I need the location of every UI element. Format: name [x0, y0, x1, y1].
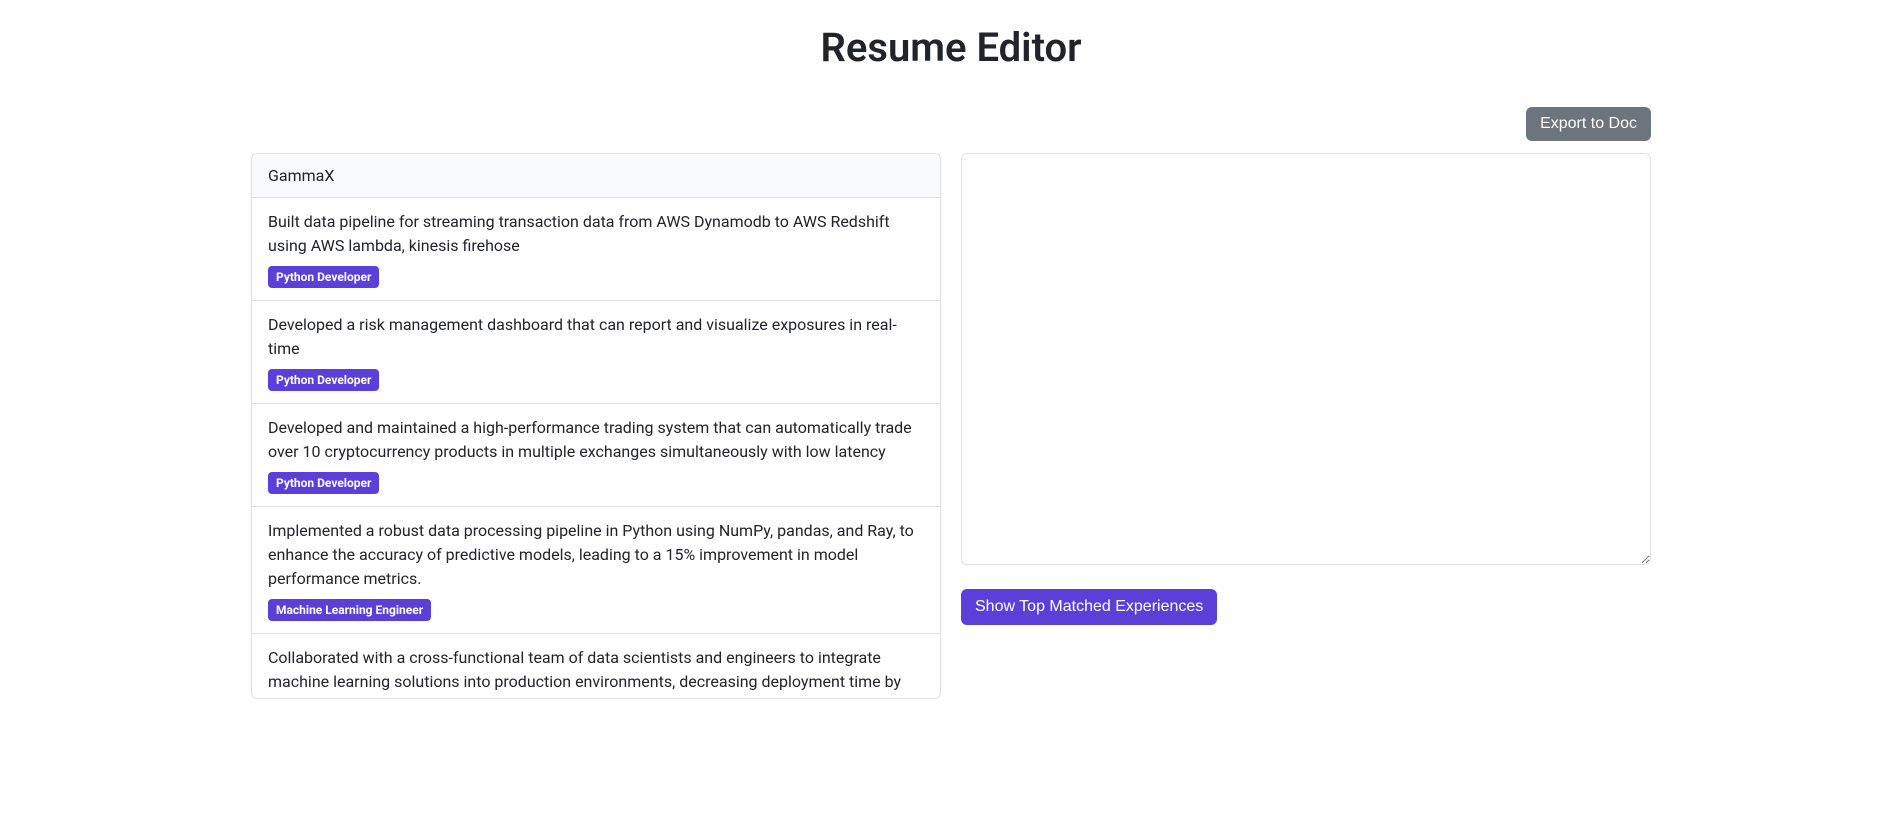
list-item[interactable]: Developed and maintained a high-performa… [252, 404, 940, 507]
list-item[interactable]: Collaborated with a cross-functional tea… [252, 634, 940, 698]
experience-text: Built data pipeline for streaming transa… [268, 210, 924, 258]
role-badge: Python Developer [268, 472, 379, 494]
job-description-textarea[interactable] [961, 153, 1651, 565]
list-item[interactable]: Developed a risk management dashboard th… [252, 301, 940, 404]
experience-text: Implemented a robust data processing pip… [268, 519, 924, 591]
role-badge: Python Developer [268, 369, 379, 391]
list-item[interactable]: Built data pipeline for streaming transa… [252, 198, 940, 301]
experience-list: Built data pipeline for streaming transa… [252, 198, 940, 698]
role-badge: Machine Learning Engineer [268, 599, 431, 621]
export-button[interactable]: Export to Doc [1526, 107, 1651, 141]
toolbar: Export to Doc [251, 95, 1651, 153]
list-item[interactable]: Implemented a robust data processing pip… [252, 507, 940, 634]
page-title: Resume Editor [0, 0, 1902, 95]
card-header: GammaX [252, 154, 940, 198]
experience-text: Developed and maintained a high-performa… [268, 416, 924, 464]
experience-card: GammaX Built data pipeline for streaming… [251, 153, 941, 699]
show-matched-button[interactable]: Show Top Matched Experiences [961, 589, 1217, 625]
experience-text: Developed a risk management dashboard th… [268, 313, 924, 361]
role-badge: Python Developer [268, 266, 379, 288]
experience-text: Collaborated with a cross-functional tea… [268, 646, 924, 698]
